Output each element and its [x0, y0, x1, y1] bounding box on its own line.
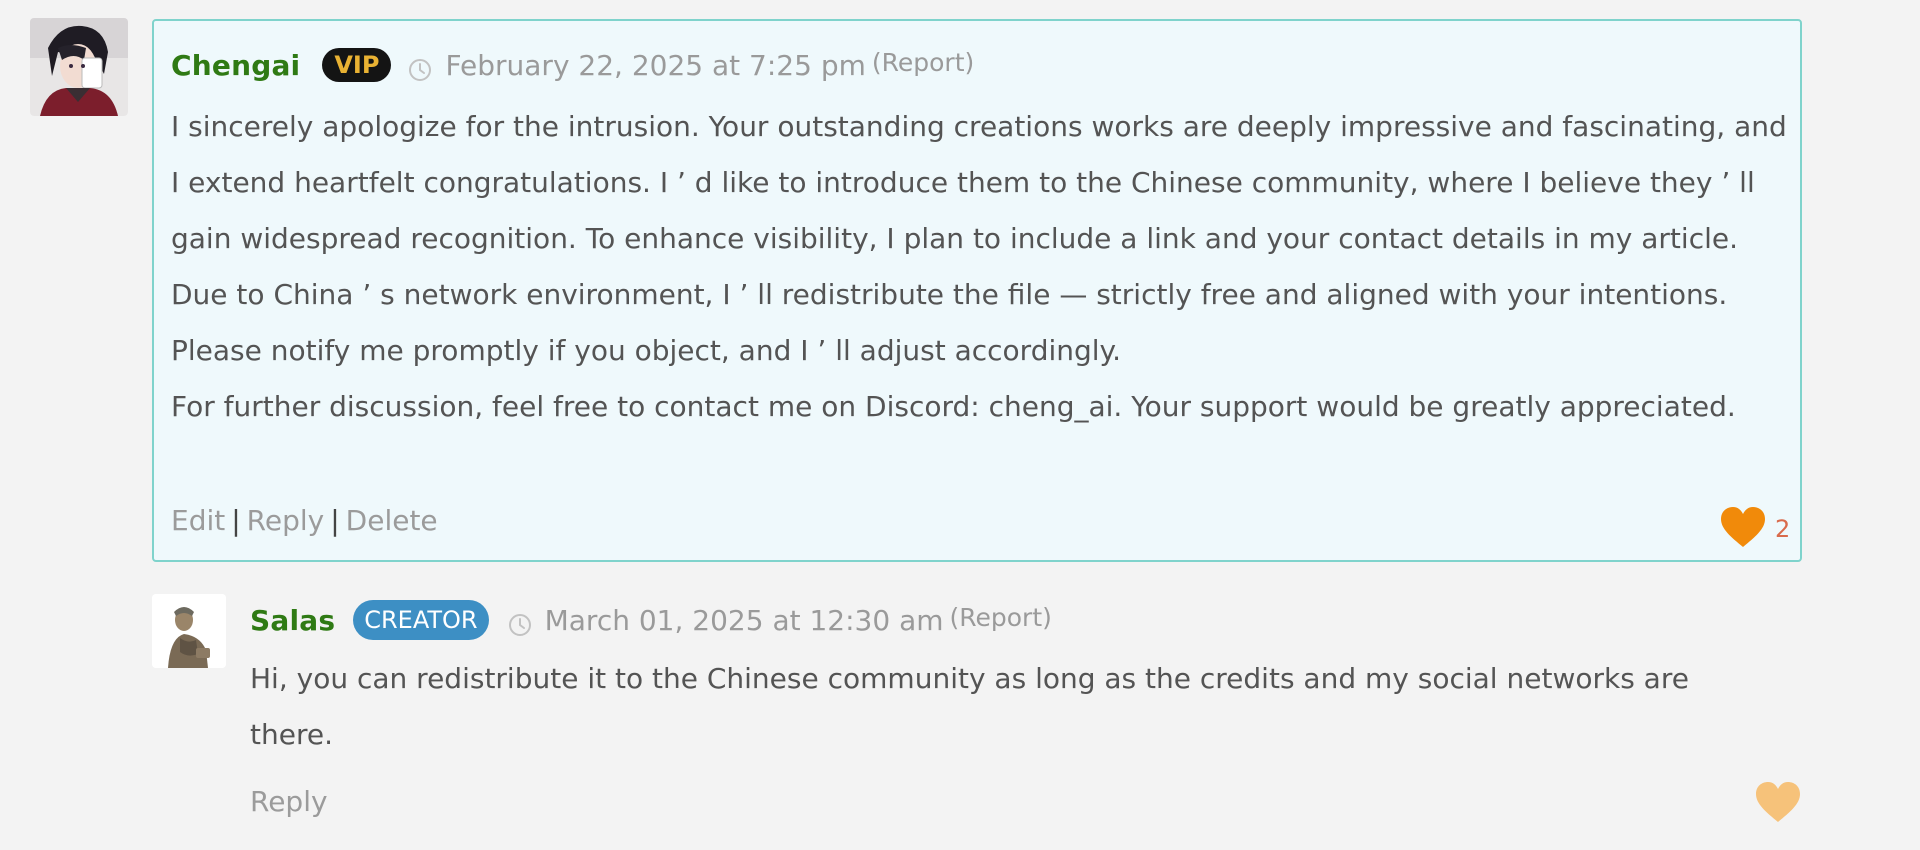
creator-badge: CREATOR: [353, 600, 489, 640]
report-link[interactable]: (Report): [872, 48, 974, 77]
comment-header: Chengai VIP February 22, 2025 at 7:25 pm…: [171, 47, 974, 83]
avatar-chengai-image: [30, 18, 128, 116]
clock-icon: [507, 612, 533, 638]
like-count: 2: [1775, 515, 1791, 543]
delete-link[interactable]: Delete: [346, 504, 438, 537]
action-separator: |: [231, 504, 241, 537]
avatar-salas-image: [152, 594, 226, 668]
comment-paragraph: I sincerely apologize for the intrusion.…: [171, 110, 1787, 367]
avatar-salas[interactable]: [152, 594, 226, 668]
comment-body: Hi, you can redistribute it to the Chine…: [250, 651, 1750, 763]
comment-timestamp: March 01, 2025 at 12:30 am: [544, 603, 944, 637]
edit-link[interactable]: Edit: [171, 504, 225, 537]
comment-author[interactable]: Chengai: [171, 49, 300, 82]
comment-body: I sincerely apologize for the intrusion.…: [171, 99, 1796, 435]
report-link[interactable]: (Report): [950, 603, 1052, 632]
avatar-chengai[interactable]: [30, 18, 128, 116]
heart-icon: [1719, 505, 1767, 553]
reply-link[interactable]: Reply: [250, 785, 328, 818]
like-button[interactable]: 2: [1719, 505, 1790, 553]
clock-icon: [407, 57, 433, 83]
action-separator: |: [330, 504, 340, 537]
comment-actions: Edit | Reply | Delete: [171, 504, 438, 537]
reply-link[interactable]: Reply: [247, 504, 325, 537]
comment-timestamp: February 22, 2025 at 7:25 pm: [445, 48, 866, 82]
comment-highlighted: Chengai VIP February 22, 2025 at 7:25 pm…: [152, 19, 1802, 562]
comment-header: Salas CREATOR March 01, 2025 at 12:30 am…: [250, 600, 1052, 640]
comment-author[interactable]: Salas: [250, 604, 335, 637]
comment-paragraph: Hi, you can redistribute it to the Chine…: [250, 662, 1689, 751]
comment-actions: Reply: [250, 785, 328, 818]
comment-paragraph: For further discussion, feel free to con…: [171, 390, 1736, 423]
vip-badge: VIP: [322, 48, 392, 82]
like-button[interactable]: [1754, 780, 1802, 828]
heart-icon: [1754, 780, 1802, 828]
